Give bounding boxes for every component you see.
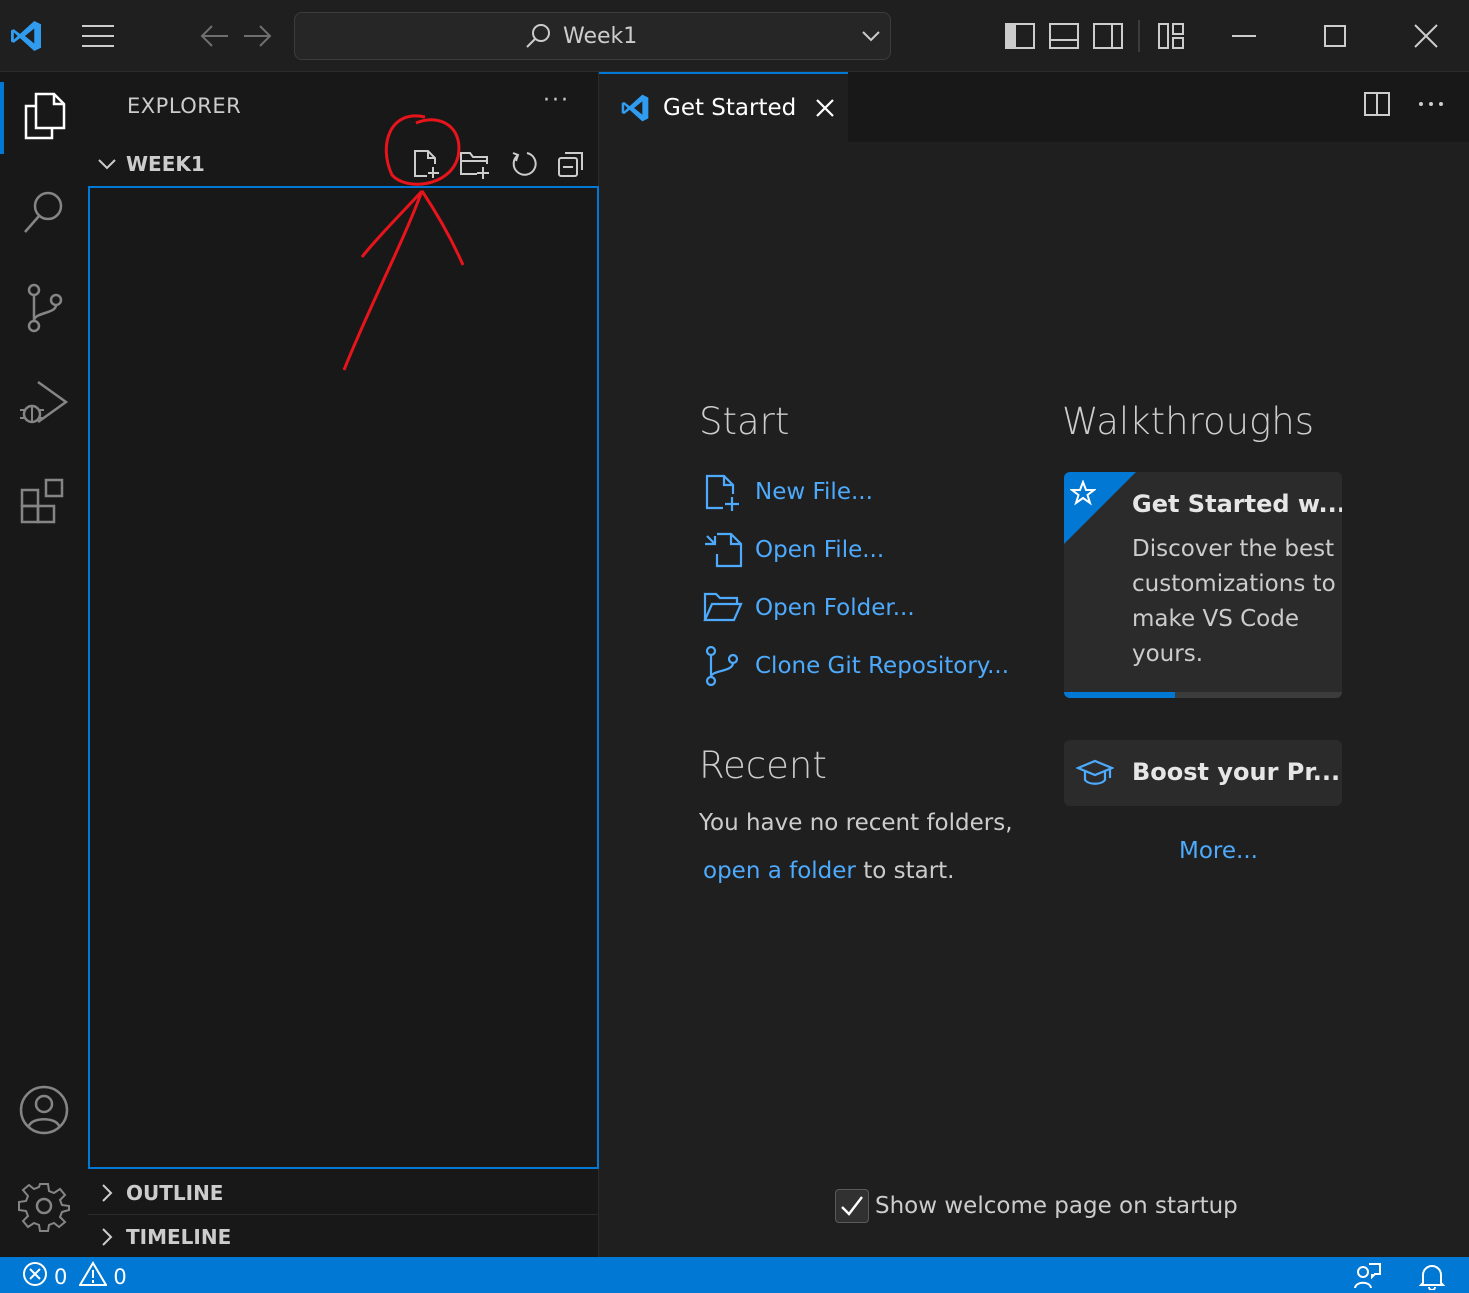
show-welcome-option[interactable]: Show welcome page on startup	[835, 1189, 1238, 1223]
title-bar: Week1	[0, 0, 1469, 72]
accounts-activity[interactable]	[0, 1068, 88, 1156]
star-icon	[1069, 479, 1097, 510]
recent-heading: Recent	[699, 744, 827, 787]
accounts-icon	[18, 1084, 70, 1140]
status-bar: 0 0	[0, 1257, 1469, 1293]
run-debug-activity[interactable]	[0, 362, 88, 450]
clone-git-label: Clone Git Repository...	[755, 653, 1010, 679]
walkthrough-progress-fill	[1064, 692, 1176, 698]
notifications-bell-icon[interactable]	[1418, 1262, 1446, 1293]
outline-section-header[interactable]: OUTLINE	[88, 1171, 599, 1215]
source-control-icon	[703, 646, 755, 686]
new-file-label: New File...	[755, 479, 873, 505]
tab-label: Get Started	[663, 95, 797, 121]
walkthrough-description: Discover the best customizations to make…	[1132, 536, 1336, 667]
sidebar-title: EXPLORER	[127, 94, 242, 118]
editor-area: Get Started Start New File... Open File.…	[599, 72, 1469, 1257]
activity-bar	[0, 72, 88, 1257]
command-center[interactable]: Week1	[294, 12, 891, 60]
problems-indicator[interactable]: 0 0	[22, 1261, 127, 1292]
start-heading: Start	[699, 400, 790, 443]
search-icon	[523, 21, 553, 55]
open-folder-label: Open Folder...	[755, 595, 915, 621]
menu-icon[interactable]	[80, 22, 116, 50]
live-share-icon[interactable]	[1353, 1262, 1381, 1293]
source-control-icon	[20, 282, 68, 338]
search-activity[interactable]	[0, 170, 88, 258]
open-file-label: Open File...	[755, 537, 885, 563]
run-debug-icon	[18, 378, 70, 434]
folder-name: WEEK1	[126, 152, 205, 176]
timeline-section-header[interactable]: TIMELINE	[88, 1215, 599, 1259]
recent-suffix: to start.	[863, 858, 955, 884]
tab-get-started[interactable]: Get Started	[599, 72, 848, 142]
open-file-link[interactable]: Open File...	[703, 528, 884, 572]
close-window-icon[interactable]	[1410, 20, 1442, 52]
more-actions-icon[interactable]: ···	[543, 88, 570, 113]
extensions-icon	[18, 474, 70, 530]
manage-activity[interactable]	[0, 1164, 88, 1252]
minimize-icon[interactable]	[1228, 22, 1260, 50]
vscode-logo-icon	[619, 92, 651, 124]
toggle-primary-sidebar-icon[interactable]	[1004, 20, 1036, 52]
command-center-label: Week1	[563, 24, 638, 49]
error-count: 0	[54, 1264, 68, 1289]
back-arrow-icon[interactable]	[198, 22, 230, 50]
walkthrough-title: Boost your Pr...	[1132, 758, 1341, 786]
more-actions-icon[interactable]	[1417, 90, 1445, 122]
timeline-label: TIMELINE	[126, 1225, 232, 1249]
manage-gear-icon	[18, 1180, 70, 1236]
show-welcome-label: Show welcome page on startup	[875, 1193, 1238, 1219]
maximize-icon[interactable]	[1320, 22, 1350, 50]
walkthroughs-heading: Walkthroughs	[1062, 400, 1314, 443]
toggle-secondary-sidebar-icon[interactable]	[1092, 20, 1124, 52]
refresh-icon[interactable]	[509, 149, 539, 179]
new-file-icon[interactable]	[411, 148, 441, 180]
close-icon[interactable]	[814, 97, 836, 119]
explorer-activity[interactable]	[0, 74, 88, 162]
more-walkthroughs-link[interactable]: More...	[1179, 838, 1258, 864]
folder-section-header[interactable]: WEEK1	[88, 142, 599, 186]
show-welcome-checkbox[interactable]	[835, 1189, 869, 1223]
error-icon	[22, 1261, 48, 1292]
walkthrough-card-get-started[interactable]: Get Started w... Discover the best custo…	[1064, 472, 1342, 698]
explorer-icon	[20, 90, 68, 146]
file-tree[interactable]	[88, 186, 599, 1169]
open-folder-inline-link[interactable]: open a folder	[703, 858, 856, 884]
warning-count: 0	[113, 1264, 127, 1289]
chevron-down-icon	[88, 153, 126, 175]
chevron-down-icon[interactable]	[860, 25, 882, 51]
tab-bar: Get Started	[599, 72, 1469, 142]
walkthrough-progress	[1064, 692, 1342, 698]
customize-layout-icon[interactable]	[1156, 20, 1188, 52]
explorer-sidebar: EXPLORER ··· WEEK1 OUTLINE TIMELINE	[88, 72, 599, 1257]
open-folder-link[interactable]: Open Folder...	[703, 586, 915, 630]
split-editor-icon[interactable]	[1363, 90, 1391, 122]
new-file-icon	[703, 472, 755, 512]
collapse-all-icon[interactable]	[557, 150, 585, 178]
outline-label: OUTLINE	[126, 1181, 224, 1205]
chevron-right-icon	[88, 1226, 126, 1248]
clone-git-link[interactable]: Clone Git Repository...	[703, 644, 1009, 688]
open-folder-icon	[703, 588, 755, 628]
titlebar-divider	[1138, 20, 1140, 52]
recent-empty-line2: open a folder to start.	[703, 858, 954, 884]
vscode-logo-icon	[8, 18, 44, 54]
source-control-activity[interactable]	[0, 266, 88, 354]
warning-icon	[78, 1261, 109, 1292]
extensions-activity[interactable]	[0, 458, 88, 546]
search-icon	[20, 186, 68, 242]
mortarboard-icon	[1075, 758, 1115, 794]
forward-arrow-icon[interactable]	[242, 22, 274, 50]
walkthrough-title: Get Started w...	[1132, 490, 1342, 518]
new-file-link[interactable]: New File...	[703, 470, 873, 514]
chevron-right-icon	[88, 1182, 126, 1204]
walkthrough-card-boost[interactable]: Boost your Pr...	[1064, 740, 1342, 806]
recent-empty-text: You have no recent folders,	[699, 810, 1013, 836]
new-folder-icon[interactable]	[459, 148, 491, 180]
open-file-icon	[703, 530, 755, 570]
toggle-panel-icon[interactable]	[1048, 20, 1080, 52]
